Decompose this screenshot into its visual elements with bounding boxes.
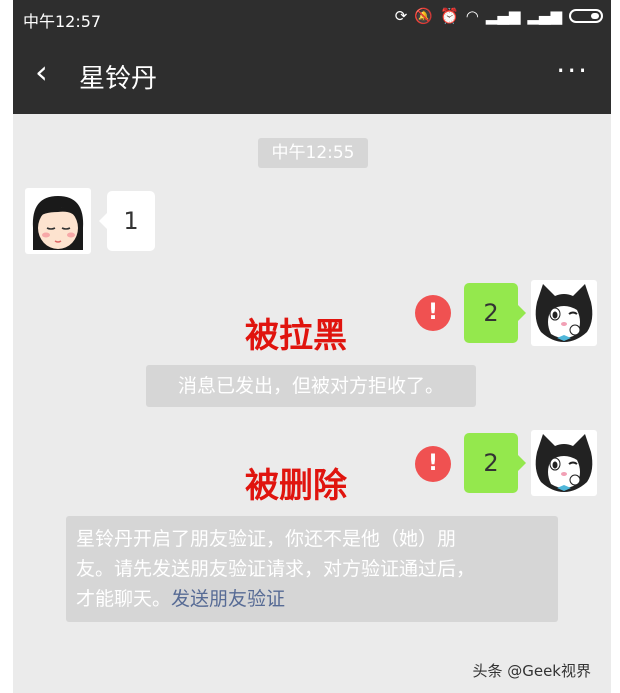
annotation-blocked: 被拉黑 [245,316,347,356]
annotation-deleted: 被删除 [245,466,347,506]
wifi-icon: ◠ [465,7,479,25]
system-message-line: 友。请先发送朋友验证请求，对方验证通过后， [76,558,476,580]
watermark: 头条 @Geek视界 [472,662,591,680]
sent-message-bubble[interactable]: 2 [464,283,526,343]
signal-icon: ▂▄▆ [527,7,562,25]
chat-title: 星铃丹 [79,64,158,94]
back-button[interactable]: ‹ [35,54,48,90]
status-icons: ⟳ 🔕 ⏰ ◠ ▂▄▆ ▂▄▆ [395,7,603,25]
cat-avatar-icon [531,430,597,496]
send-failed-icon[interactable]: ! [415,295,451,331]
phone-screen: 中午12:57 ⟳ 🔕 ⏰ ◠ ▂▄▆ ▂▄▆ ‹ 星铃丹 ··· 中午12:5… [13,0,611,693]
message-timestamp: 中午12:55 [258,138,368,168]
sync-icon: ⟳ [394,7,408,25]
system-message-text: 消息已发出，但被对方拒收了。 [177,375,444,397]
girl-avatar-icon [25,188,91,254]
more-options-button[interactable]: ··· [556,54,589,87]
cat-avatar-icon [531,280,597,346]
signal-icon: ▂▄▆ [485,7,521,25]
status-bar: 中午12:57 ⟳ 🔕 ⏰ ◠ ▂▄▆ ▂▄▆ [13,0,611,36]
send-failed-icon[interactable]: ! [415,446,451,482]
sent-message-bubble[interactable]: 2 [464,433,526,493]
status-time: 中午12:57 [23,12,102,31]
system-message-text: 才能聊天。 [76,588,172,610]
self-avatar[interactable] [531,280,597,346]
mute-icon: 🔕 [414,7,433,25]
system-message-blocked: 消息已发出，但被对方拒收了。 [146,365,476,407]
message-text: 1 [123,207,139,235]
message-text: 2 [483,299,499,327]
contact-avatar[interactable] [25,188,91,254]
send-friend-request-link[interactable]: 发送朋友验证 [171,588,285,610]
system-message-deleted: 星铃丹开启了朋友验证，你还不是他（她）朋 友。请先发送朋友验证请求，对方验证通过… [66,516,558,622]
message-text: 2 [483,449,499,477]
system-message-line: 才能聊天。发送朋友验证 [76,584,548,614]
chat-header: ‹ 星铃丹 ··· [13,36,611,114]
self-avatar[interactable] [531,430,597,496]
system-message-line: 星铃丹开启了朋友验证，你还不是他（她）朋 [76,528,457,550]
received-message-bubble[interactable]: 1 [99,191,155,251]
battery-icon [569,9,603,23]
alarm-icon: ⏰ [440,7,459,25]
